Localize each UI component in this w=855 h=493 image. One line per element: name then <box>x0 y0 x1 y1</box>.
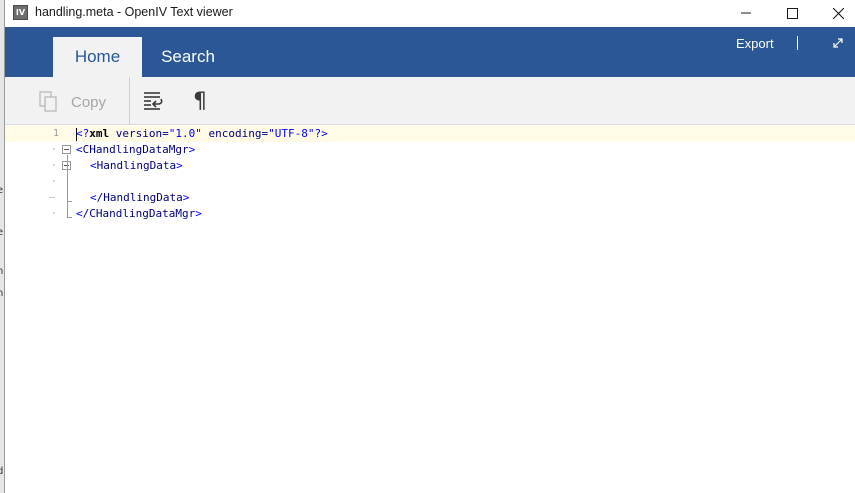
expand-button[interactable] <box>831 35 845 49</box>
copy-icon <box>39 91 57 112</box>
ribbon-divider <box>797 36 798 50</box>
show-whitespace-button[interactable]: ¶ <box>188 88 212 114</box>
code-line: · <box>5 174 855 190</box>
export-button[interactable]: Export <box>736 36 774 51</box>
xml-value: "UTF-8" <box>268 127 315 140</box>
xml-value: "1.0" <box>168 127 202 140</box>
tab-home[interactable]: Home <box>53 37 142 77</box>
fold-guide <box>67 201 72 202</box>
word-wrap-icon <box>144 92 163 110</box>
xml-keyword: xml <box>89 127 110 140</box>
line-marker: · <box>51 176 58 187</box>
code-text: <CHandlingDataMgr> <box>76 143 196 156</box>
xml-punct: <? <box>76 127 90 140</box>
line-marker: · <box>51 208 58 219</box>
openiv-text-viewer-window: IV handling.meta - OpenIV Text viewer Ho… <box>5 0 855 493</box>
line-marker: – <box>49 192 56 203</box>
pilcrow-icon: ¶ <box>193 88 207 114</box>
tab-search[interactable]: Search <box>147 37 229 77</box>
close-button[interactable] <box>815 0 855 26</box>
code-line: · <HandlingData> <box>5 158 855 174</box>
word-wrap-button[interactable] <box>141 89 165 113</box>
ribbon-tab-bar: Home Search Export <box>5 27 855 77</box>
code-text: </CHandlingDataMgr> <box>76 207 202 220</box>
fold-guide <box>67 155 68 217</box>
openiv-app-icon: IV <box>13 5 28 20</box>
xml-tag: /CHandlingDataMgr <box>82 207 196 220</box>
copy-label: Copy <box>71 93 107 111</box>
code-text: <HandlingData> <box>90 159 183 172</box>
toolbar-divider <box>129 77 130 125</box>
code-line: 1 <?xml version="1.0" encoding="UTF-8"?> <box>5 126 855 142</box>
maximize-icon <box>786 7 798 19</box>
xml-attr: version= <box>109 127 169 140</box>
window-title: handling.meta - OpenIV Text viewer <box>35 5 233 19</box>
code-line: – </HandlingData> <box>5 190 855 206</box>
line-marker: · <box>51 144 58 155</box>
minimize-button[interactable] <box>723 0 769 26</box>
close-icon <box>832 7 844 19</box>
xml-tag: HandlingData <box>96 159 177 172</box>
code-line: · <CHandlingDataMgr> <box>5 142 855 158</box>
text-editor[interactable]: 1 <?xml version="1.0" encoding="UTF-8"?>… <box>5 126 855 493</box>
xml-tag: /HandlingData <box>96 191 183 204</box>
maximize-button[interactable] <box>769 0 815 26</box>
xml-punct: ?> <box>314 127 328 140</box>
title-bar: IV handling.meta - OpenIV Text viewer <box>5 0 855 26</box>
line-number: 1 <box>52 128 59 139</box>
xml-attr: encoding= <box>201 127 269 140</box>
fold-guide <box>67 217 72 218</box>
code-line: · </CHandlingDataMgr> <box>5 206 855 222</box>
xml-tag: CHandlingDataMgr <box>82 143 189 156</box>
expand-icon <box>833 38 843 48</box>
code-text: <?xml version="1.0" encoding="UTF-8"?> <box>76 126 328 142</box>
line-marker: · <box>51 160 58 171</box>
minimize-icon <box>741 12 751 14</box>
home-toolbar: Copy ¶ <box>5 77 855 125</box>
fold-collapse-icon[interactable] <box>62 145 71 154</box>
copy-button[interactable]: Copy <box>39 89 106 115</box>
code-text: </HandlingData> <box>90 191 190 204</box>
